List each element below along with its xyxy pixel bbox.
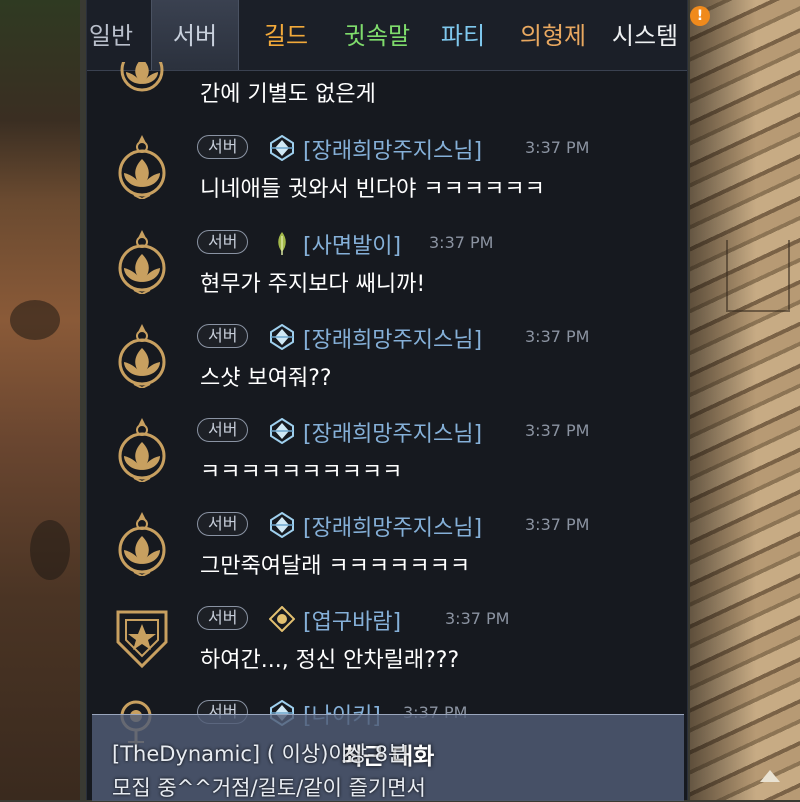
- chat-message: 서버 [장래희망주지스님] 3:37 PM 그만죽여달래 ㅋㅋㅋㅋㅋㅋㅋ: [87, 502, 687, 596]
- chat-message: 서버 [엽구바람] 3:37 PM 하여간..., 정신 안차릴래???: [87, 596, 687, 690]
- message-time: 3:37 PM: [445, 609, 510, 628]
- tab-label: 파티: [440, 22, 486, 50]
- player-name-link[interactable]: [장래희망주지스님]: [303, 322, 482, 354]
- tab-label: 시스템: [611, 22, 679, 50]
- lotus-emblem-icon: [118, 512, 166, 576]
- message-time: 3:37 PM: [525, 327, 590, 346]
- scroll-up-arrow-icon[interactable]: [760, 770, 780, 782]
- channel-badge: 서버: [197, 606, 249, 630]
- scenery-structure: [726, 240, 790, 312]
- channel-label: 서버: [208, 514, 238, 533]
- message-time: 3:37 PM: [525, 515, 590, 534]
- message-text: 간에 기별도 없은게: [200, 82, 376, 107]
- chat-message: 간에 기별도 없은게: [87, 62, 687, 110]
- lotus-emblem-icon: [118, 418, 166, 482]
- chat-message: 서버 [장래희망주지스님] 3:37 PM ㅋㅋㅋㅋㅋㅋㅋㅋㅋㅋ: [87, 408, 687, 502]
- message-time: 3:37 PM: [525, 421, 590, 440]
- tab-label: 서버: [172, 22, 218, 50]
- shield-emblem-icon: [116, 610, 168, 669]
- tab-brotherhood[interactable]: 의형제: [511, 0, 595, 70]
- message-text: 그만죽여달래 ㅋㅋㅋㅋㅋㅋㅋ: [200, 554, 471, 579]
- scenery-rock: [10, 300, 60, 340]
- crest-icon: [270, 418, 294, 444]
- system-notification-badge: !: [690, 6, 710, 26]
- channel-badge: 서버: [197, 230, 249, 254]
- message-text: ㅋㅋㅋㅋㅋㅋㅋㅋㅋㅋ: [200, 460, 403, 485]
- tab-whisper[interactable]: 귓속말: [335, 0, 419, 70]
- message-text: 현무가 주지보다 쌔니까!: [200, 272, 426, 297]
- tab-guild[interactable]: 길드: [251, 0, 321, 70]
- chat-tab-bar: 일반 서버 길드 귓속말 파티 의형제 시스템: [87, 0, 687, 71]
- message-text: 스샷 보여줘??: [200, 366, 332, 391]
- tab-label: 일반: [88, 22, 134, 50]
- crest-icon: [270, 512, 294, 538]
- tab-party[interactable]: 파티: [431, 0, 495, 70]
- game-world-background-right: [690, 0, 800, 800]
- chat-preview-line: 모집 중^^거점/길토/같이 즐기면서: [112, 776, 426, 800]
- tab-label: 의형제: [519, 22, 587, 50]
- player-name-link[interactable]: [엽구바람]: [303, 604, 401, 636]
- tab-label: 귓속말: [343, 22, 411, 50]
- message-time: 3:37 PM: [429, 233, 494, 252]
- player-name-link[interactable]: [사면발이]: [303, 228, 401, 260]
- chat-window: 일반 서버 길드 귓속말 파티 의형제 시스템 간에 기별도 없은게 서버 [장래…: [86, 0, 710, 800]
- channel-badge: 서버: [197, 324, 249, 348]
- message-text: 니네애들 귓와서 빈다야 ㅋㅋㅋㅋㅋㅋ: [200, 177, 545, 202]
- message-time: 3:37 PM: [525, 138, 590, 157]
- chat-message: 서버 [장래희망주지스님] 3:37 PM 스샷 보여줘??: [87, 314, 687, 408]
- channel-label: 서버: [208, 608, 238, 627]
- player-name-link[interactable]: [장래희망주지스님]: [303, 133, 482, 165]
- chat-message: 서버 [장래희망주지스님] 3:37 PM 니네애들 귓와서 빈다야 ㅋㅋㅋㅋㅋㅋ: [87, 125, 687, 219]
- lotus-emblem-icon: [118, 230, 166, 294]
- tab-server[interactable]: 서버: [151, 0, 239, 70]
- lotus-emblem-icon: [118, 324, 166, 388]
- channel-badge: 서버: [197, 512, 249, 536]
- crest-icon: [270, 324, 294, 350]
- channel-label: 서버: [208, 232, 238, 251]
- lotus-emblem-icon: [118, 135, 166, 199]
- channel-badge: 서버: [197, 135, 249, 159]
- crest-icon: [270, 135, 294, 161]
- channel-label: 서버: [208, 326, 238, 345]
- tab-label: 길드: [263, 22, 309, 50]
- diamond-crest-icon: [269, 606, 295, 632]
- tab-system[interactable]: 시스템: [603, 0, 687, 70]
- player-name-link[interactable]: [장래희망주지스님]: [303, 416, 482, 448]
- scenery-shade: [690, 0, 800, 800]
- channel-label: 서버: [208, 420, 238, 439]
- message-text: 하여간..., 정신 안차릴래???: [200, 648, 460, 673]
- channel-label: 서버: [208, 137, 238, 156]
- game-world-background-left: [0, 0, 80, 800]
- lotus-emblem-icon: [120, 62, 164, 92]
- scenery-rock: [30, 520, 70, 580]
- feather-icon: [278, 232, 286, 255]
- chat-message: 서버 [사면발이] 3:37 PM 현무가 주지보다 쌔니까!: [87, 220, 687, 314]
- player-name-link[interactable]: [장래희망주지스님]: [303, 510, 482, 542]
- chat-preview-line: [TheDynamic] ( 이상)이상-8분: [112, 742, 408, 766]
- channel-badge: 서버: [197, 418, 249, 442]
- tab-general[interactable]: 일반: [81, 0, 141, 70]
